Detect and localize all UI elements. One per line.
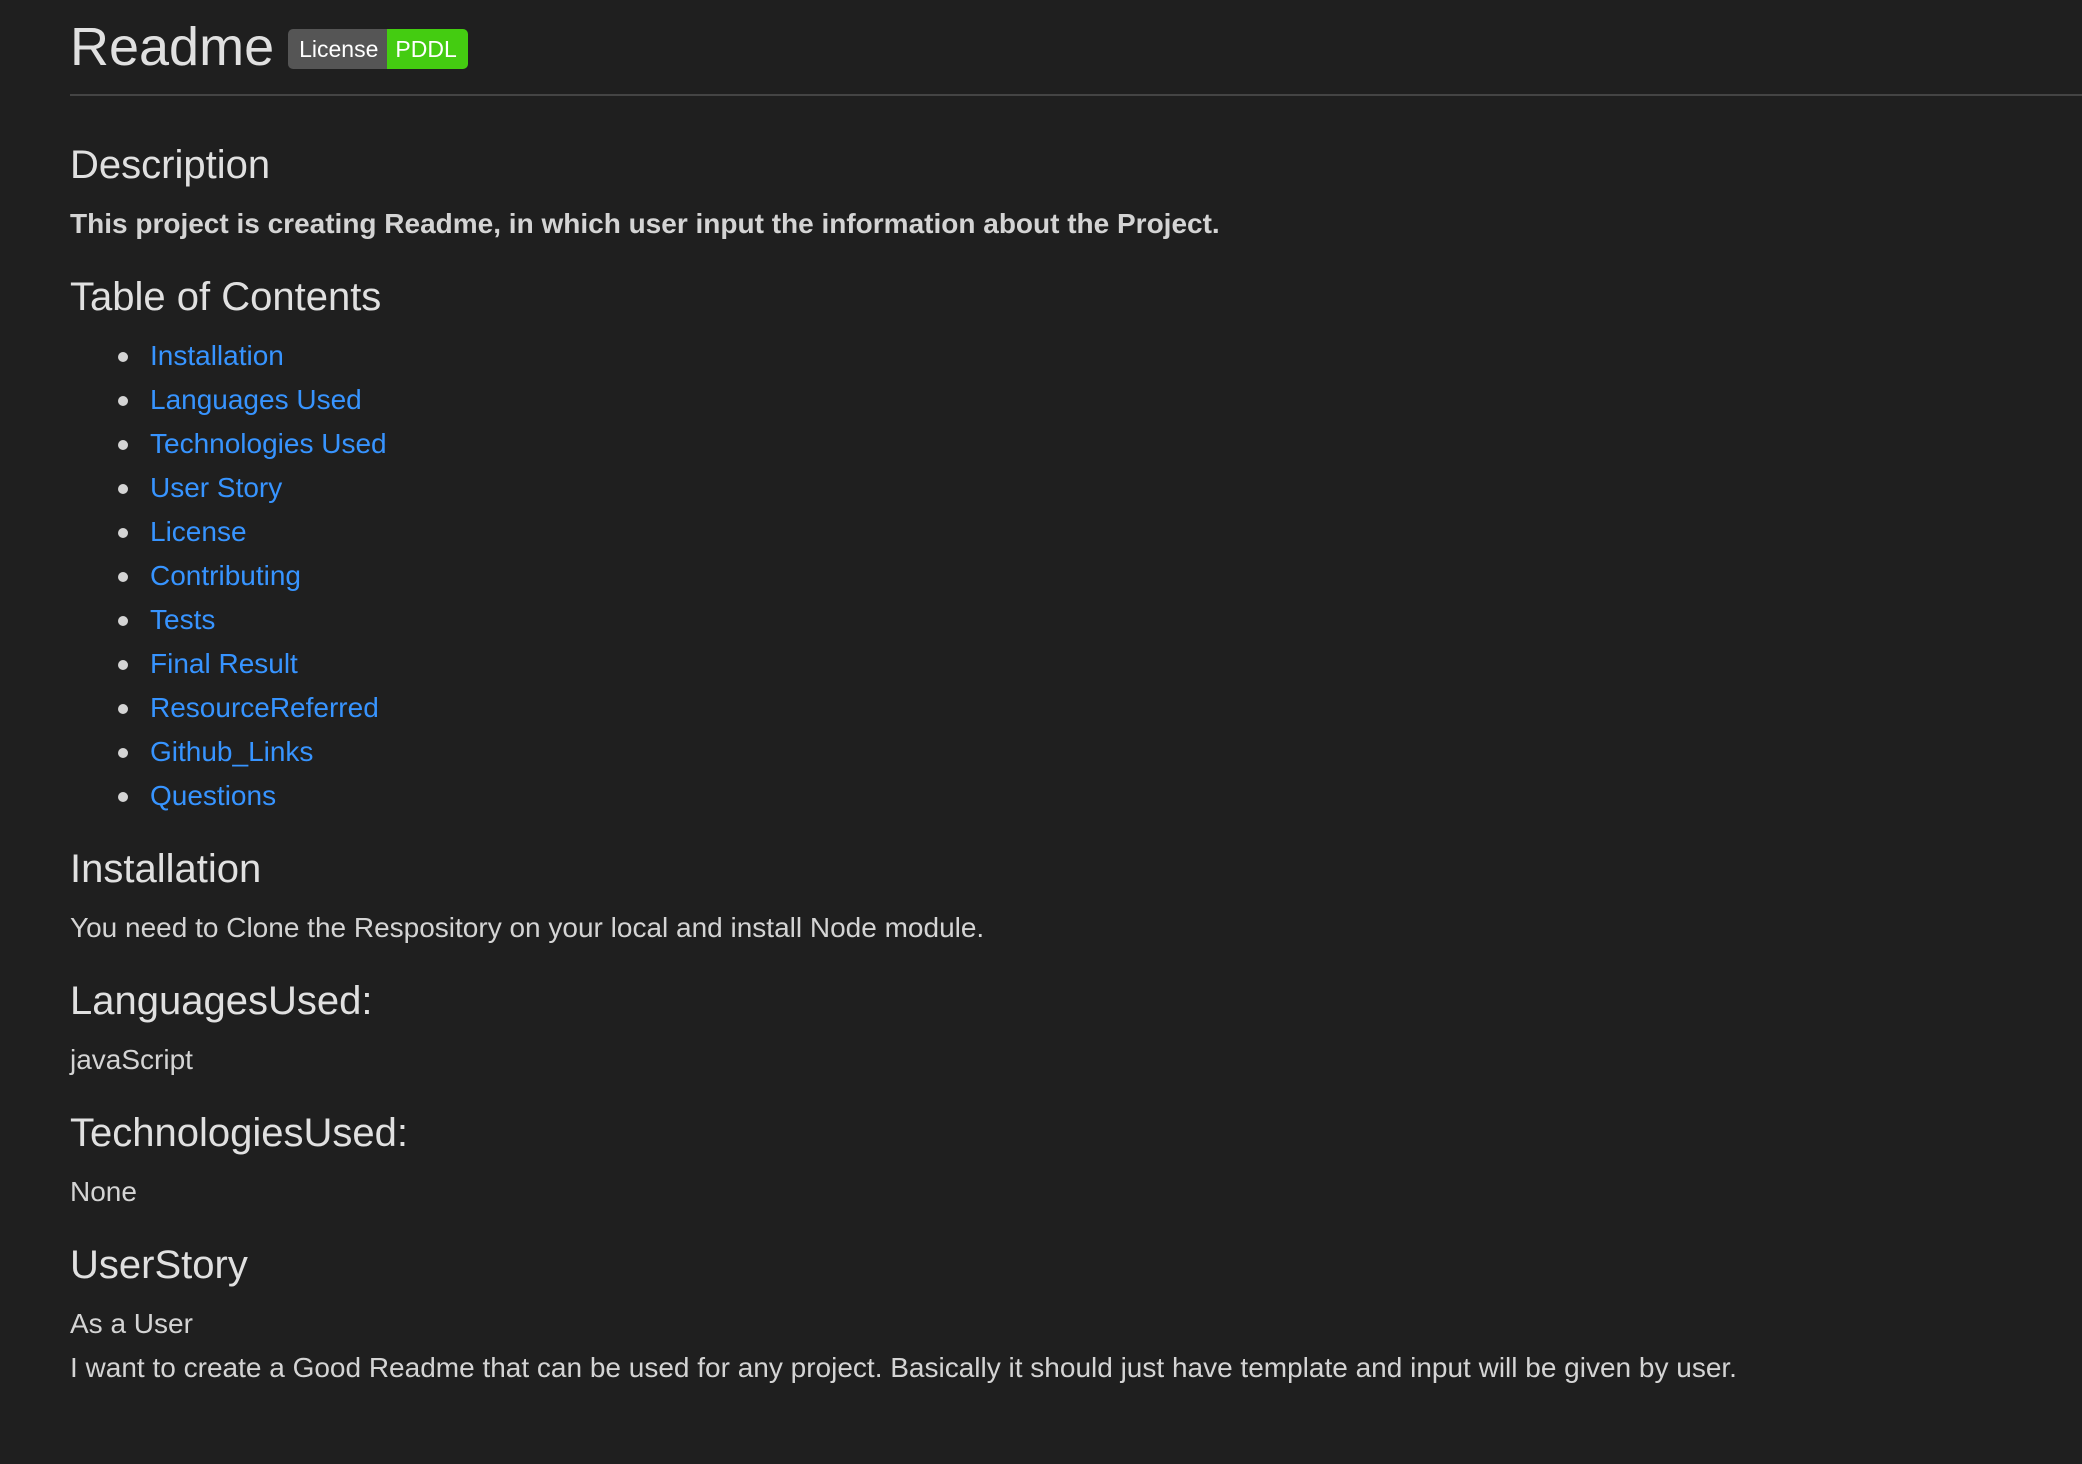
toc-link-contributing[interactable]: Contributing — [150, 560, 301, 591]
list-item: Tests — [70, 598, 2060, 642]
list-item: Contributing — [70, 554, 2060, 598]
toc-link-resource-referred[interactable]: ResourceReferred — [150, 692, 379, 723]
license-badge-label: License — [288, 29, 388, 69]
title-row: Readme License PDDL — [70, 14, 468, 80]
toc-list: Installation Languages Used Technologies… — [70, 334, 2060, 818]
installation-heading: Installation — [70, 847, 262, 891]
list-item: Languages Used — [70, 378, 2060, 422]
installation-text: You need to Clone the Respository on you… — [70, 912, 985, 943]
toc-link-questions[interactable]: Questions — [150, 780, 276, 811]
toc-link-github-links[interactable]: Github_Links — [150, 736, 313, 767]
toc-link-user-story[interactable]: User Story — [150, 472, 282, 503]
list-item: Technologies Used — [70, 422, 2060, 466]
list-item: Questions — [70, 774, 2060, 818]
user-story-line-2: I want to create a Good Readme that can … — [70, 1352, 1737, 1383]
page-title: Readme — [70, 17, 275, 77]
list-item: ResourceReferred — [70, 686, 2060, 730]
technologies-heading: TechnologiesUsed: — [70, 1111, 408, 1155]
toc-link-final-result[interactable]: Final Result — [150, 648, 298, 679]
toc-link-languages-used[interactable]: Languages Used — [150, 384, 362, 415]
languages-heading: LanguagesUsed: — [70, 979, 373, 1023]
license-badge-value: PDDL — [387, 29, 468, 69]
toc-link-installation[interactable]: Installation — [150, 340, 284, 371]
languages-text: javaScript — [70, 1044, 193, 1075]
readme-content: Description This project is creating Rea… — [70, 140, 2060, 1390]
user-story-heading: UserStory — [70, 1243, 248, 1287]
technologies-text: None — [70, 1176, 137, 1207]
title-divider — [70, 94, 2082, 96]
toc-link-technologies-used[interactable]: Technologies Used — [150, 428, 387, 459]
readme-preview: Readme License PDDL Description This pro… — [0, 0, 2082, 1464]
license-badge[interactable]: License PDDL — [288, 29, 468, 69]
description-heading: Description — [70, 143, 271, 187]
toc-link-license[interactable]: License — [150, 516, 247, 547]
list-item: User Story — [70, 466, 2060, 510]
toc-heading: Table of Contents — [70, 275, 382, 319]
toc-link-tests[interactable]: Tests — [150, 604, 215, 635]
user-story-line-1: As a User — [70, 1308, 193, 1339]
list-item: Github_Links — [70, 730, 2060, 774]
list-item: Installation — [70, 334, 2060, 378]
description-text: This project is creating Readme, in whic… — [70, 208, 1220, 239]
list-item: License — [70, 510, 2060, 554]
list-item: Final Result — [70, 642, 2060, 686]
